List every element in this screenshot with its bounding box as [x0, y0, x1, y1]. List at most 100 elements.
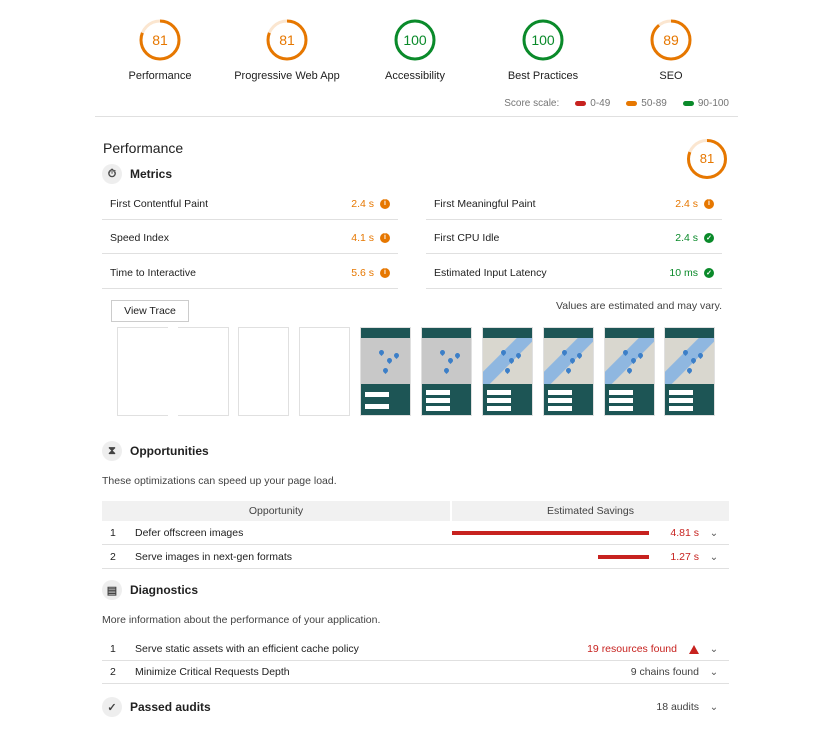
- gauge-score: 89: [663, 32, 679, 48]
- passed-audits-heading: ✓ Passed audits: [102, 697, 656, 717]
- divider: [95, 116, 738, 117]
- filmstrip-frame-map: [543, 327, 594, 416]
- warning-icon: [689, 644, 699, 654]
- opportunities-heading[interactable]: ⧗ Opportunities: [102, 441, 209, 461]
- metric-value: 5.6 s: [351, 266, 374, 279]
- metric-fcp: First Contentful Paint 2.4 s i: [102, 188, 398, 220]
- metric-value: 2.4 s: [675, 197, 698, 210]
- scale-range: 0-49: [590, 98, 611, 109]
- row-name: Minimize Critical Requests Depth: [135, 666, 290, 678]
- filmstrip-frame-blank: [178, 327, 229, 416]
- metric-name: First CPU Idle: [434, 231, 500, 244]
- metric-fmp: First Meaningful Paint 2.4 s i: [426, 188, 722, 220]
- chevron-down-icon[interactable]: ⌄: [699, 644, 729, 655]
- scale-item-red: 0-49: [575, 98, 610, 109]
- scale-range: 90-100: [697, 98, 729, 109]
- gauge-best-practices[interactable]: 100 Best Practices: [478, 18, 608, 82]
- score-scale: Score scale: 0-49 50-89 90-100: [504, 98, 729, 109]
- gauge-accessibility[interactable]: 100 Accessibility: [350, 18, 480, 82]
- view-trace-button[interactable]: View Trace: [111, 300, 189, 322]
- metric-value: 10 ms: [669, 266, 698, 279]
- row-savings: 1.27 s: [670, 551, 699, 563]
- diagnostics-description: More information about the performance o…: [102, 614, 381, 626]
- score-scale-label: Score scale:: [504, 98, 560, 109]
- metric-name: First Contentful Paint: [110, 197, 209, 210]
- gauge-score: 100: [403, 32, 427, 48]
- metric-tti: Time to Interactive 5.6 s i: [102, 257, 398, 289]
- filmstrip-frame-blank: [117, 327, 168, 416]
- filmstrip-frame-map: [360, 327, 411, 416]
- diagnostics-title: Diagnostics: [130, 583, 199, 597]
- scale-item-orange: 50-89: [626, 98, 667, 109]
- metric-name: First Meaningful Paint: [434, 197, 536, 210]
- metric-value: 4.1 s: [351, 231, 374, 244]
- passed-audits-count: 18 audits: [656, 701, 699, 713]
- gauge-performance[interactable]: 81 Performance: [95, 18, 225, 82]
- metrics-heading[interactable]: ⏱ Metrics: [102, 164, 172, 184]
- filmstrip-frame-blank: [238, 327, 289, 416]
- filmstrip-frame-map: [604, 327, 655, 416]
- stopwatch-icon: ⏱: [102, 164, 122, 184]
- metric-name: Estimated Input Latency: [434, 266, 547, 279]
- filmstrip-frame-map: [664, 327, 715, 416]
- gauge-score: 81: [279, 32, 295, 48]
- col-opportunity: Opportunity: [102, 501, 450, 521]
- diagnostic-row[interactable]: 1 Serve static assets with an efficient …: [102, 638, 729, 661]
- gauge-seo[interactable]: 89 SEO: [606, 18, 736, 82]
- info-icon: i: [380, 267, 390, 278]
- section-title-performance: Performance: [103, 140, 184, 156]
- category-gauges: 81 Performance 81 Progressive Web App 10…: [95, 18, 735, 88]
- metric-value: 2.4 s: [351, 197, 374, 210]
- metric-name: Time to Interactive: [110, 266, 196, 279]
- chevron-down-icon[interactable]: ⌄: [699, 528, 729, 539]
- metric-name: Speed Index: [110, 231, 169, 244]
- opportunities-title: Opportunities: [130, 444, 209, 458]
- opportunity-row[interactable]: 1 Defer offscreen images 4.81 s ⌄: [102, 522, 729, 545]
- info-icon: i: [704, 198, 714, 209]
- chevron-down-icon[interactable]: ⌄: [699, 552, 729, 563]
- savings-bar: [452, 531, 649, 535]
- gauge-label: SEO: [659, 70, 683, 82]
- row-info: 9 chains found: [630, 666, 699, 678]
- metrics-title: Metrics: [130, 167, 173, 181]
- chevron-down-icon[interactable]: ⌄: [699, 667, 729, 678]
- checkmark-icon: ✓: [102, 697, 122, 717]
- passed-audits-row[interactable]: ✓ Passed audits 18 audits ⌄: [102, 695, 729, 719]
- metric-first-cpu-idle: First CPU Idle 2.4 s ✓: [426, 222, 722, 254]
- gauge-score: 81: [152, 32, 168, 48]
- estimate-note: Values are estimated and may vary.: [556, 300, 722, 312]
- info-icon: i: [380, 198, 390, 209]
- filmstrip-frame-blank: [299, 327, 350, 416]
- row-savings: 4.81 s: [670, 527, 699, 539]
- row-number: 2: [110, 666, 116, 678]
- col-savings: Estimated Savings: [452, 501, 729, 521]
- diagnostic-row[interactable]: 2 Minimize Critical Requests Depth 9 cha…: [102, 661, 729, 684]
- opportunity-row[interactable]: 2 Serve images in next-gen formats 1.27 …: [102, 546, 729, 569]
- performance-score-gauge: 81: [686, 138, 728, 180]
- filmstrip-frame-map: [421, 327, 472, 416]
- filmstrip: [117, 327, 717, 417]
- opportunities-table-header: Opportunity Estimated Savings: [102, 501, 729, 521]
- gauge-pwa[interactable]: 81 Progressive Web App: [222, 18, 352, 82]
- clipboard-icon: ▤: [102, 580, 122, 600]
- gauge-label: Progressive Web App: [234, 70, 340, 82]
- row-info: 19 resources found: [587, 643, 677, 655]
- green-dot-icon: [682, 100, 694, 106]
- row-name: Serve images in next-gen formats: [135, 551, 292, 563]
- check-icon: ✓: [704, 267, 714, 278]
- scale-range: 50-89: [641, 98, 667, 109]
- diagnostics-heading[interactable]: ▤ Diagnostics: [102, 580, 198, 600]
- passed-audits-title: Passed audits: [130, 700, 211, 714]
- row-number: 2: [110, 551, 116, 563]
- row-name: Serve static assets with an efficient ca…: [135, 643, 359, 655]
- orange-dot-icon: [626, 100, 638, 106]
- metric-eil: Estimated Input Latency 10 ms ✓: [426, 257, 722, 289]
- clipboard-clock-icon: ⧗: [102, 441, 122, 461]
- scale-item-green: 90-100: [682, 98, 729, 109]
- performance-score: 81: [699, 151, 715, 166]
- metric-value: 2.4 s: [675, 231, 698, 244]
- red-dot-icon: [575, 100, 587, 106]
- gauge-label: Performance: [128, 70, 192, 82]
- chevron-down-icon[interactable]: ⌄: [699, 702, 729, 713]
- opportunities-description: These optimizations can speed up your pa…: [102, 475, 337, 487]
